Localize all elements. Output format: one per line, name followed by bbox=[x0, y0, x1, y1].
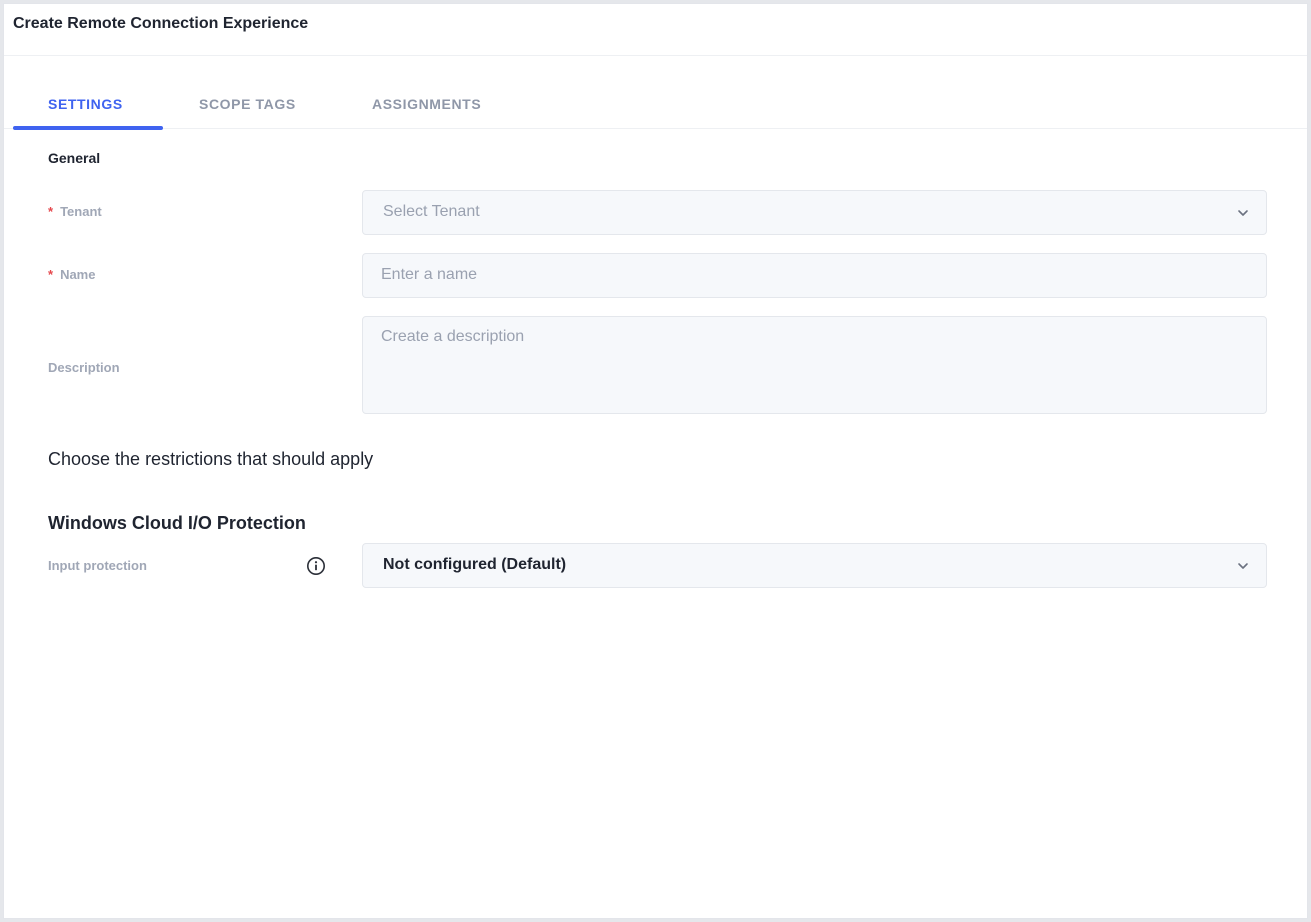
name-input-placeholder: Enter a name bbox=[381, 266, 478, 283]
page-header: Create Remote Connection Experience bbox=[4, 4, 1307, 56]
description-label: Description bbox=[48, 360, 120, 375]
tenant-label: * Tenant bbox=[48, 204, 102, 219]
tab-assignments[interactable]: ASSIGNMENTS bbox=[372, 96, 481, 112]
section-title-windows-cloud-io-protection: Windows Cloud I/O Protection bbox=[48, 513, 306, 533]
tenant-select-placeholder: Select Tenant bbox=[383, 203, 480, 220]
restrictions-instruction: Choose the restrictions that should appl… bbox=[48, 449, 374, 469]
chevron-down-icon bbox=[1238, 563, 1248, 569]
page-title: Create Remote Connection Experience bbox=[13, 15, 309, 32]
input-protection-value: Not configured (Default) bbox=[383, 556, 567, 573]
name-input[interactable]: Enter a name bbox=[362, 253, 1267, 298]
section-title-general: General bbox=[48, 150, 101, 166]
dialog-frame: Create Remote Connection Experience SETT… bbox=[3, 3, 1308, 919]
description-textarea[interactable]: Create a description bbox=[362, 316, 1267, 414]
tab-scope-tags[interactable]: SCOPE TAGS bbox=[199, 96, 296, 112]
active-tab-indicator bbox=[13, 126, 163, 130]
info-icon[interactable] bbox=[306, 556, 326, 576]
name-label: * Name bbox=[48, 267, 96, 282]
tab-bar: SETTINGS SCOPE TAGS ASSIGNMENTS bbox=[4, 56, 1307, 130]
input-protection-label: Input protection bbox=[48, 558, 147, 573]
chevron-down-icon bbox=[1238, 210, 1248, 216]
input-protection-select[interactable]: Not configured (Default) bbox=[362, 543, 1267, 588]
tab-settings[interactable]: SETTINGS bbox=[48, 96, 123, 112]
required-marker: * bbox=[48, 267, 54, 282]
tenant-select[interactable]: Select Tenant bbox=[362, 190, 1267, 235]
description-placeholder: Create a description bbox=[381, 328, 525, 345]
required-marker: * bbox=[48, 204, 54, 219]
